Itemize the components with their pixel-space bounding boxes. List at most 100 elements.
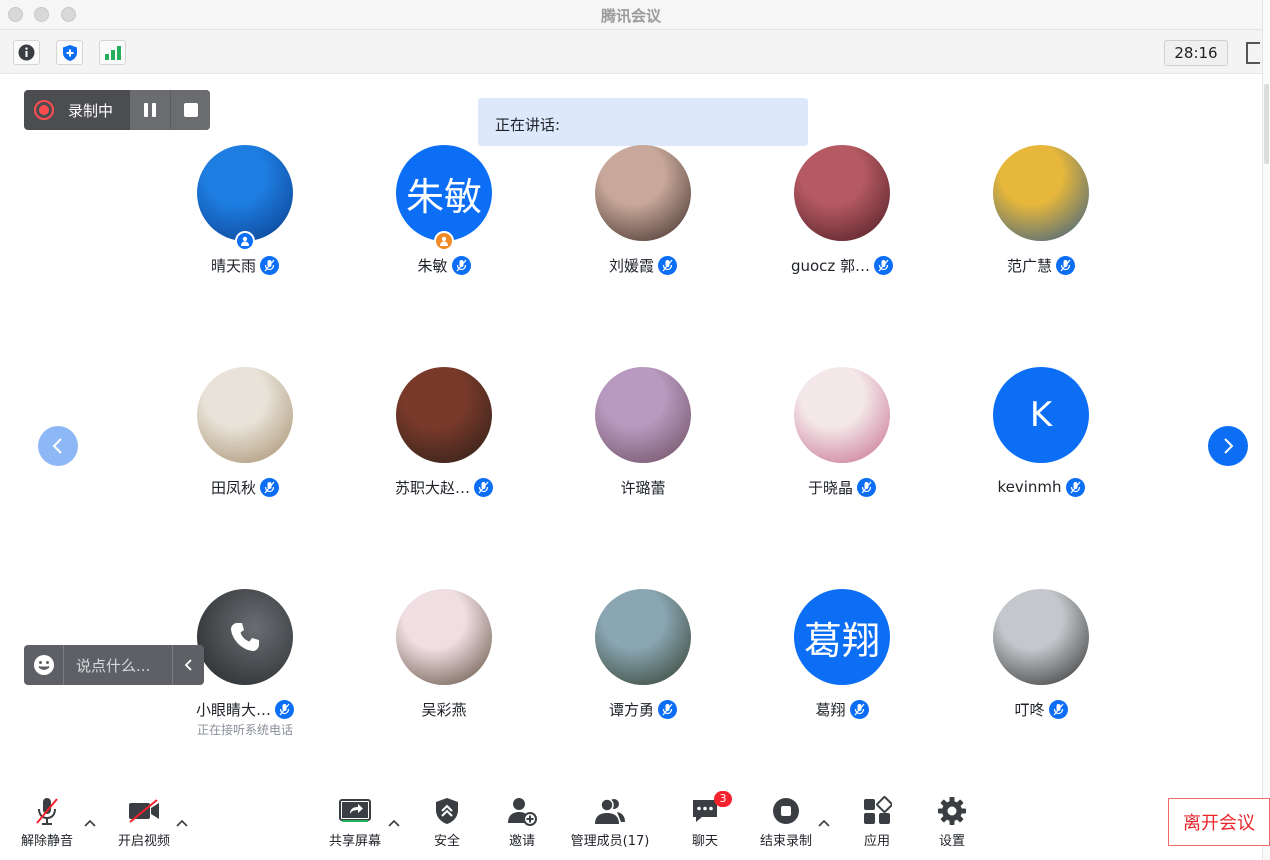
bottom-toolbar: 解除静音 开启视频 共享屏幕 安全 邀请 管理成员(17) 3 聊天 结束录制 … [0, 786, 1262, 860]
avatar: 葛翔 [794, 589, 890, 685]
shield-icon [436, 798, 458, 824]
chat-button[interactable]: 3 聊天 [686, 791, 732, 854]
chat-label: 聊天 [691, 834, 718, 849]
manage-members-label: 管理成员(17) [570, 834, 650, 849]
avatar [396, 367, 492, 463]
participant-name: 许璐蕾 [620, 478, 666, 497]
video-off-icon [129, 799, 159, 823]
role-person-icon [235, 231, 255, 251]
active-speaker-label: 正在讲话: [495, 116, 561, 134]
record-options-button[interactable] [817, 816, 831, 830]
chevron-left-icon [184, 659, 192, 671]
avatar-initials: K [1029, 395, 1053, 435]
participant-tile[interactable]: 苏职大赵… [344, 367, 544, 507]
manage-members-button[interactable]: 管理成员(17) [570, 794, 650, 854]
muted-mic-icon [1065, 477, 1085, 497]
participant-tile[interactable]: 叮咚 [941, 589, 1141, 729]
participant-tile[interactable]: Kkevinmh [941, 367, 1141, 507]
participant-name: 苏职大赵… [394, 478, 470, 497]
participant-name: 叮咚 [1014, 700, 1045, 719]
participant-name-line: 晴天雨 [145, 254, 345, 276]
chat-unread-badge: 3 [714, 791, 732, 807]
participant-name: 晴天雨 [210, 256, 256, 275]
meeting-window: 腾讯会议 28:16 录制中 正在讲话: 晴天雨朱敏朱敏刘媛霞guocz [0, 0, 1270, 860]
leave-meeting-button[interactable]: 离开会议 [1168, 798, 1270, 846]
muted-mic-icon [658, 699, 677, 719]
muted-mic-icon [1048, 699, 1068, 719]
chevron-up-icon [388, 819, 400, 827]
participant-name: 范广慧 [1006, 256, 1052, 275]
previous-page-button[interactable] [38, 426, 78, 466]
settings-label: 设置 [938, 834, 965, 849]
apps-button[interactable]: 应用 [858, 794, 896, 854]
role-person-icon [434, 231, 454, 251]
settings-button[interactable]: 设置 [933, 794, 971, 854]
participant-tile[interactable]: 范广慧 [941, 145, 1141, 285]
unmute-button[interactable]: 解除静音 [18, 794, 76, 854]
audio-options-button[interactable] [83, 816, 97, 830]
collapse-chat-button[interactable] [172, 645, 204, 685]
participant-tile[interactable]: 葛翔 葛翔 [742, 589, 942, 729]
share-options-button[interactable] [387, 816, 401, 830]
avatar [794, 367, 890, 463]
avatar-initials: 朱敏 [405, 174, 482, 219]
info-button[interactable] [13, 40, 40, 65]
avatar: 朱敏 [396, 145, 492, 241]
participant-tile[interactable]: 田凤秋 [145, 367, 345, 507]
end-recording-button[interactable]: 结束录制 [756, 794, 816, 854]
fullscreen-icon[interactable] [1246, 42, 1260, 64]
security-label: 安全 [433, 834, 460, 849]
stop-icon [183, 103, 198, 117]
invite-button[interactable]: 邀请 [503, 794, 541, 854]
active-speaker-banner: 正在讲话: [478, 98, 808, 146]
participant-name-line: 小眼睛大… [145, 698, 345, 720]
muted-mic-icon [1056, 255, 1075, 275]
chevron-right-icon [1224, 438, 1234, 454]
recording-controls: 录制中 [24, 90, 210, 130]
avatar [595, 589, 691, 685]
participant-name: 小眼睛大… [195, 700, 271, 719]
participant-tile[interactable]: 刘媛霞 [543, 145, 743, 285]
participant-name: guocz 郭… [790, 256, 871, 275]
next-page-button[interactable] [1208, 426, 1248, 466]
video-options-button[interactable] [175, 816, 189, 830]
meeting-info-bar: 28:16 [0, 30, 1262, 74]
participant-name-line: 田凤秋 [145, 476, 345, 498]
pause-recording-button[interactable] [130, 90, 170, 130]
avatar [993, 145, 1089, 241]
avatar [197, 589, 293, 685]
avatar [993, 589, 1089, 685]
avatar [794, 145, 890, 241]
network-status-button[interactable] [99, 40, 126, 65]
emoji-button[interactable] [24, 645, 64, 685]
share-screen-button[interactable]: 共享屏幕 [326, 794, 384, 854]
participant-name: 于晓晶 [807, 478, 853, 497]
info-icon [18, 44, 35, 61]
chevron-left-icon [52, 438, 62, 454]
security-button[interactable]: 安全 [428, 794, 466, 854]
stop-recording-button[interactable] [170, 90, 210, 130]
participant-tile[interactable]: 朱敏 朱敏 [344, 145, 544, 285]
chevron-up-icon [176, 819, 188, 827]
participant-tile[interactable]: 晴天雨 [145, 145, 345, 285]
participant-tile[interactable]: guocz 郭… [742, 145, 942, 285]
recording-status: 录制中 [24, 90, 130, 130]
participant-name-line: 叮咚 [941, 698, 1141, 720]
participant-tile[interactable]: 吴彩燕 [344, 589, 544, 729]
participant-tile[interactable]: 于晓晶 [742, 367, 942, 507]
muted-mic-icon [474, 477, 493, 497]
participant-name: 刘媛霞 [608, 256, 654, 275]
meeting-timer: 28:16 [1164, 40, 1228, 66]
avatar: K [993, 367, 1089, 463]
participant-tile[interactable]: 谭方勇 [543, 589, 743, 729]
apps-grid-icon [864, 796, 892, 824]
security-status-button[interactable] [56, 40, 83, 65]
side-edge [1262, 0, 1270, 860]
chat-input[interactable]: 说点什么... [64, 655, 172, 676]
start-video-button[interactable]: 开启视频 [114, 794, 174, 854]
participant-tile[interactable]: 许璐蕾 [543, 367, 743, 507]
muted-mic-icon [658, 255, 677, 275]
participant-name-line: 许璐蕾 [543, 476, 743, 498]
participant-status-note: 正在接听系统电话 [196, 723, 293, 737]
scrollbar-thumb[interactable] [1264, 84, 1269, 164]
